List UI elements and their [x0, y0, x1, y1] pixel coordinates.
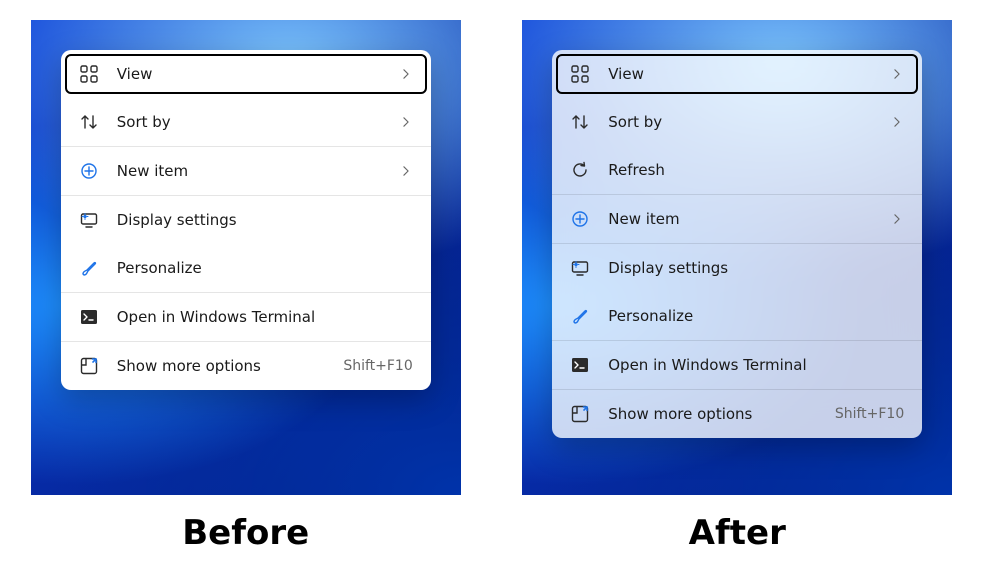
- more-options-icon: [570, 404, 590, 424]
- display-settings-icon: [79, 210, 99, 230]
- menu-item-sort[interactable]: Sort by: [61, 98, 431, 146]
- menu-item-shortcut: Shift+F10: [343, 358, 412, 374]
- menu-item-label: Open in Windows Terminal: [117, 308, 413, 326]
- menu-item-display[interactable]: Display settings: [61, 196, 431, 244]
- after-panel: View Sort by Refresh New item Display settin…: [492, 0, 983, 574]
- grid-icon: [570, 64, 590, 84]
- plus-circle-icon: [79, 161, 99, 181]
- menu-item-personalize[interactable]: Personalize: [61, 244, 431, 292]
- menu-item-terminal[interactable]: Open in Windows Terminal: [552, 341, 922, 389]
- refresh-icon: [570, 160, 590, 180]
- menu-item-terminal[interactable]: Open in Windows Terminal: [61, 293, 431, 341]
- menu-item-label: Show more options: [608, 405, 835, 423]
- grid-icon: [79, 64, 99, 84]
- menu-item-more[interactable]: Show more optionsShift+F10: [552, 390, 922, 438]
- desktop-wallpaper: View Sort by Refresh New item Display settin…: [522, 20, 952, 495]
- menu-item-label: View: [608, 65, 890, 83]
- chevron-right-icon: [890, 67, 904, 81]
- menu-item-view[interactable]: View: [61, 50, 431, 98]
- display-settings-icon: [570, 258, 590, 278]
- menu-item-label: View: [117, 65, 399, 83]
- menu-item-label: Open in Windows Terminal: [608, 356, 904, 374]
- after-caption: After: [689, 513, 786, 553]
- sort-icon: [570, 112, 590, 132]
- plus-circle-icon: [570, 209, 590, 229]
- menu-item-shortcut: Shift+F10: [835, 406, 904, 422]
- chevron-right-icon: [399, 164, 413, 178]
- before-caption: Before: [182, 513, 309, 553]
- brush-icon: [79, 258, 99, 278]
- chevron-right-icon: [399, 67, 413, 81]
- chevron-right-icon: [890, 115, 904, 129]
- context-menu-after: View Sort by Refresh New item Display settin…: [552, 50, 922, 438]
- desktop-wallpaper: View Sort by New item Display settings Perso…: [31, 20, 461, 495]
- menu-item-label: Sort by: [117, 113, 399, 131]
- menu-item-label: Personalize: [608, 307, 904, 325]
- menu-item-refresh[interactable]: Refresh: [552, 146, 922, 194]
- menu-item-label: Display settings: [608, 259, 904, 277]
- menu-item-label: Display settings: [117, 211, 413, 229]
- more-options-icon: [79, 356, 99, 376]
- context-menu-before: View Sort by New item Display settings Perso…: [61, 50, 431, 390]
- menu-item-view[interactable]: View: [552, 50, 922, 98]
- menu-item-label: Show more options: [117, 357, 344, 375]
- menu-item-new[interactable]: New item: [61, 147, 431, 195]
- terminal-icon: [79, 307, 99, 327]
- brush-icon: [570, 306, 590, 326]
- chevron-right-icon: [890, 212, 904, 226]
- before-panel: View Sort by New item Display settings Perso…: [0, 0, 492, 574]
- menu-item-label: New item: [117, 162, 399, 180]
- sort-icon: [79, 112, 99, 132]
- chevron-right-icon: [399, 115, 413, 129]
- menu-item-label: New item: [608, 210, 890, 228]
- menu-item-label: Refresh: [608, 161, 904, 179]
- menu-item-label: Sort by: [608, 113, 890, 131]
- menu-item-display[interactable]: Display settings: [552, 244, 922, 292]
- menu-item-more[interactable]: Show more optionsShift+F10: [61, 342, 431, 390]
- terminal-icon: [570, 355, 590, 375]
- menu-item-personalize[interactable]: Personalize: [552, 292, 922, 340]
- menu-item-sort[interactable]: Sort by: [552, 98, 922, 146]
- comparison-container: View Sort by New item Display settings Perso…: [0, 0, 983, 574]
- menu-item-label: Personalize: [117, 259, 413, 277]
- menu-item-new[interactable]: New item: [552, 195, 922, 243]
